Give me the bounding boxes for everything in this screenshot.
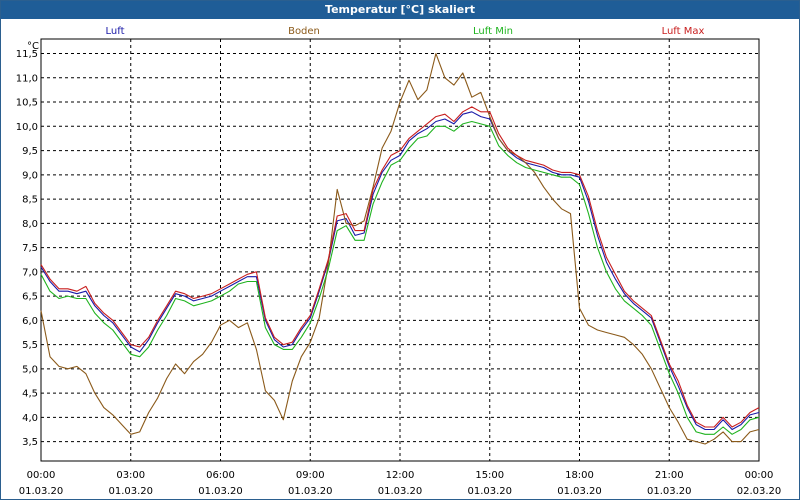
y-tick-label: 7,0 [22, 267, 38, 278]
y-tick-label: 5,0 [22, 364, 38, 375]
y-tick-label: 3,5 [22, 437, 38, 448]
y-tick-label: 9,5 [22, 146, 38, 157]
y-tick-label: 6,5 [22, 292, 38, 303]
x-tick-date: 01.03.20 [467, 486, 512, 497]
x-tick-date: 01.03.20 [198, 486, 243, 497]
y-tick-label: 7,5 [22, 243, 38, 254]
x-tick-time: 09:00 [296, 470, 325, 481]
chart-window: Temperatur [°C] skaliert 3,5 4,0 4,5 5,0 5,5… [0, 0, 800, 500]
x-tick-date: 01.03.20 [378, 486, 423, 497]
x-tick-time: 12:00 [386, 470, 415, 481]
x-tick-time: 03:00 [116, 470, 145, 481]
y-tick-label: 5,5 [22, 340, 38, 351]
y-tick-label: 4,5 [22, 389, 38, 400]
y-tick-label: 4,0 [22, 413, 38, 424]
legend-entry: Luft Min [473, 26, 513, 37]
y-tick-label: 10,5 [16, 98, 38, 109]
y-tick-label: 9,0 [22, 170, 38, 181]
x-tick-time: 00:00 [27, 470, 56, 481]
y-axis-unit: °C [27, 41, 39, 52]
legend-entry: Luft Max [662, 26, 705, 37]
x-tick-date: 01.03.20 [108, 486, 153, 497]
y-tick-label: 8,0 [22, 219, 38, 230]
x-tick-time: 06:00 [206, 470, 235, 481]
y-tick-label: 11,0 [16, 73, 38, 84]
x-tick-date: 01.03.20 [19, 486, 64, 497]
x-tick-time: 21:00 [655, 470, 684, 481]
x-tick-date: 01.03.20 [647, 486, 692, 497]
legend-entry: Luft [106, 26, 125, 37]
x-tick-time: 18:00 [565, 470, 594, 481]
x-tick-time: 15:00 [475, 470, 504, 481]
legend-entry: Boden [288, 26, 320, 37]
x-tick-date: 01.03.20 [557, 486, 602, 497]
y-tick-label: 8,5 [22, 195, 38, 206]
legend: Luft Boden Luft Min Luft Max [106, 26, 705, 37]
x-tick-time: 00:00 [745, 470, 774, 481]
y-tick-label: 6,0 [22, 316, 38, 327]
x-tick-date: 02.03.20 [737, 486, 782, 497]
line-chart: 3,5 4,0 4,5 5,0 5,5 6,0 6,5 7,0 7,5 8,0 8,5 9,0 9,5 1… [16, 26, 782, 497]
y-tick-label: 10,0 [16, 122, 38, 133]
x-tick-date: 01.03.20 [288, 486, 333, 497]
